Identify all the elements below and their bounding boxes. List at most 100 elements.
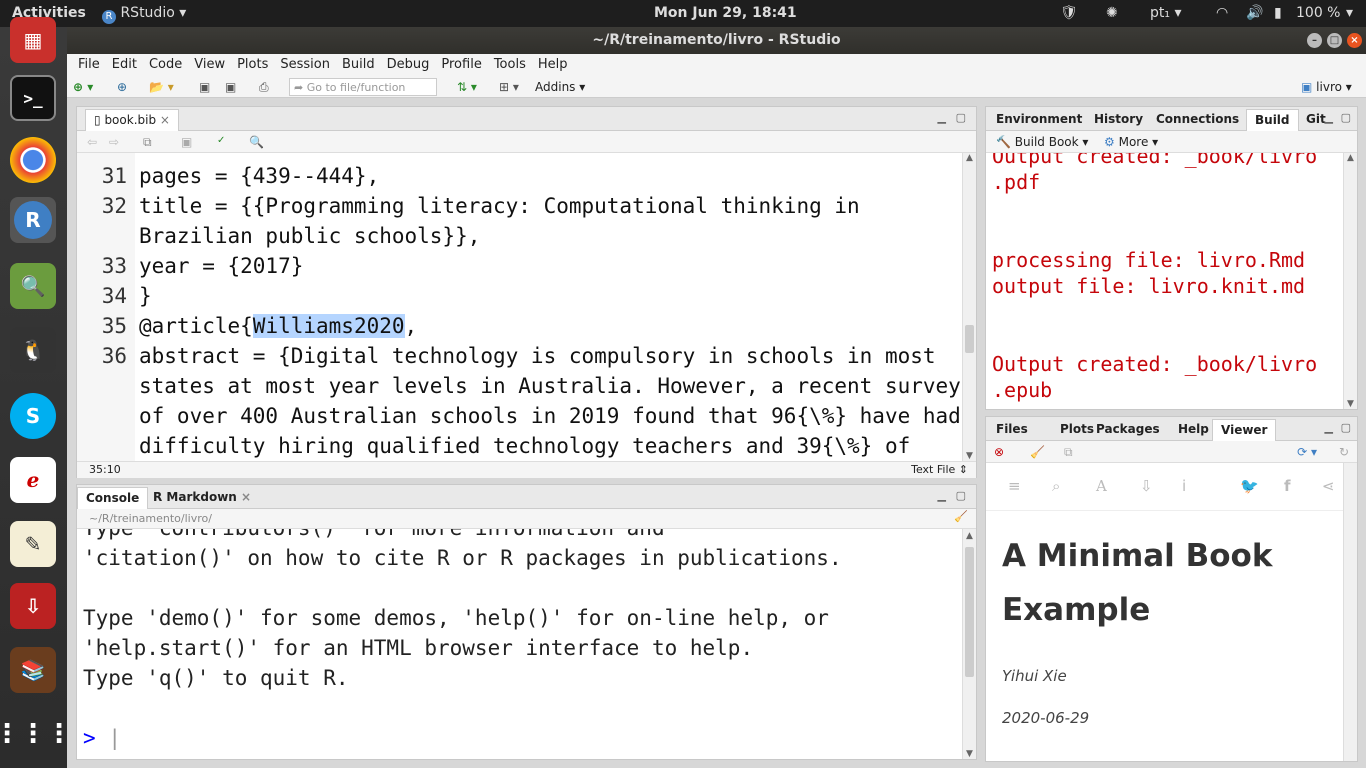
download-icon[interactable]: ⇩ (1140, 477, 1153, 495)
save-file-icon[interactable]: ▣ (181, 135, 192, 149)
scroll-down-icon[interactable]: ▼ (963, 749, 976, 759)
publish-icon[interactable]: ⟳ ▾ (1297, 445, 1317, 459)
maximize-pane-icon[interactable]: ▢ (956, 111, 966, 124)
maximize-pane-icon[interactable]: ▢ (1341, 421, 1351, 434)
menu-tools[interactable]: Tools (488, 54, 532, 72)
console-scroll-thumb[interactable] (965, 547, 974, 677)
code-area[interactable]: 1 -- - ---- -- -- - -- - ---- - --- -- -… (77, 153, 964, 461)
open-file-icon[interactable]: 📂 ▾ (149, 80, 174, 94)
battery-icon[interactable]: ▮ (1274, 5, 1282, 21)
console-scrollbar[interactable]: ▲ ▼ (962, 529, 976, 759)
calendar-app-icon[interactable]: ▦ (10, 17, 56, 63)
tab-environment[interactable]: Environment (988, 109, 1090, 131)
console-output[interactable]: Type 'contributors()' for more informati… (77, 529, 964, 759)
calibre-app-icon[interactable]: 📚 (10, 647, 56, 693)
tab-files[interactable]: Files (988, 419, 1036, 441)
print-icon[interactable]: ⎙ (259, 80, 269, 95)
facebook-icon[interactable]: f (1284, 477, 1291, 495)
menu-code[interactable]: Code (143, 54, 188, 72)
forward-icon[interactable]: ⇨ (109, 135, 119, 149)
menu-file[interactable]: File (72, 54, 106, 72)
new-project-icon[interactable]: ⊕ (117, 80, 127, 94)
share-icon[interactable]: ⋖ (1322, 477, 1335, 495)
font-settings-icon[interactable]: A (1096, 477, 1107, 495)
tab-packages[interactable]: Packages (1088, 419, 1168, 441)
console-prompt[interactable]: > | (83, 723, 121, 753)
save-icon[interactable]: ▣ (199, 80, 210, 94)
keyboard-layout[interactable]: pt₁ ▾ (1150, 5, 1181, 21)
image-viewer-app-icon[interactable]: 🔍 (10, 263, 56, 309)
more-menu[interactable]: ⚙ More ▾ (1104, 135, 1158, 149)
show-apps-icon[interactable]: ⋮⋮⋮ (0, 711, 72, 757)
tab-r-markdown[interactable]: R Markdown × (145, 487, 259, 509)
menu-session[interactable]: Session (274, 54, 336, 72)
volume-icon[interactable]: 🔊 (1246, 5, 1263, 21)
scroll-down-icon[interactable]: ▼ (963, 451, 976, 461)
project-menu[interactable]: ▣ livro ▾ (1301, 80, 1352, 94)
tab-console[interactable]: Console (77, 487, 149, 509)
clock[interactable]: Mon Jun 29, 18:41 (654, 5, 797, 21)
scroll-up-icon[interactable]: ▲ (1344, 153, 1357, 163)
clear-viewer-icon[interactable]: ⊗ (994, 445, 1004, 459)
maximize-pane-icon[interactable]: ▢ (1341, 111, 1351, 124)
menu-build[interactable]: Build (336, 54, 381, 72)
scroll-down-icon[interactable]: ▼ (1344, 399, 1357, 409)
twitter-icon[interactable]: 🐦 (1240, 477, 1259, 495)
scroll-up-icon[interactable]: ▲ (963, 153, 976, 163)
menu-help[interactable]: Help (532, 54, 574, 72)
menu-debug[interactable]: Debug (381, 54, 436, 72)
rstudio-dock-icon[interactable]: R (10, 197, 56, 243)
menu-edit[interactable]: Edit (106, 54, 143, 72)
weather-icon[interactable]: ✺ (1106, 5, 1118, 21)
version-control-icon[interactable]: ⇅ ▾ (457, 80, 477, 94)
minimize-pane-icon[interactable]: ▁ (1325, 111, 1333, 124)
system-menu-chevron-icon[interactable]: ▾ (1346, 5, 1353, 21)
show-in-window-icon[interactable]: ⧉ (143, 135, 152, 150)
menu-icon[interactable]: ≡ (1008, 477, 1021, 495)
clear-console-icon[interactable]: 🧹 (954, 510, 968, 523)
wifi-icon[interactable]: ◠ (1216, 5, 1228, 21)
installer-app-icon[interactable]: ⇩ (10, 583, 56, 629)
menu-view[interactable]: View (188, 54, 231, 72)
goto-file-input[interactable]: ➦ Go to file/function (289, 78, 437, 96)
show-in-new-window-icon[interactable]: ⧉ (1064, 445, 1073, 460)
addins-menu[interactable]: Addins ▾ (535, 80, 585, 94)
close-tab-icon[interactable]: × (241, 490, 251, 504)
back-icon[interactable]: ⇦ (87, 135, 97, 149)
shield-icon[interactable]: 🛡 (1060, 5, 1078, 21)
info-icon[interactable]: i (1182, 477, 1186, 495)
viewer-scrollbar[interactable] (1343, 463, 1357, 761)
spellcheck-icon[interactable]: ✓ (217, 135, 225, 146)
chrome-app-icon[interactable] (10, 137, 56, 183)
find-icon[interactable]: 🔍 (249, 135, 264, 149)
close-icon[interactable]: × (1347, 33, 1362, 48)
working-directory[interactable]: ~/R/treinamento/livro/ (89, 512, 212, 525)
kart-game-app-icon[interactable]: 🐧 (10, 327, 56, 373)
save-all-icon[interactable]: ▣ (225, 80, 236, 94)
menu-plots[interactable]: Plots (231, 54, 274, 72)
refresh-icon[interactable]: ↻ (1339, 445, 1349, 459)
text-editor-app-icon[interactable]: ✎ (10, 521, 56, 567)
pdf-app-icon[interactable]: ℯ (10, 457, 56, 503)
minimize-pane-icon[interactable]: ▁ (938, 111, 946, 124)
minimize-icon[interactable]: – (1307, 33, 1322, 48)
build-output[interactable]: Output created: _book/livro .pdf processin… (986, 153, 1343, 409)
search-icon[interactable]: ⌕ (1052, 477, 1060, 495)
editor-scroll-thumb[interactable] (965, 325, 974, 353)
tab-help[interactable]: Help (1170, 419, 1217, 441)
terminal-app-icon[interactable]: >_ (10, 75, 56, 121)
menu-profile[interactable]: Profile (435, 54, 487, 72)
build-book-button[interactable]: 🔨 Build Book ▾ (996, 135, 1088, 149)
minimize-pane-icon[interactable]: ▁ (938, 489, 946, 502)
pane-layout-icon[interactable]: ⊞ ▾ (499, 80, 519, 94)
editor-scrollbar[interactable]: ▲ ▼ (962, 153, 976, 461)
minimize-pane-icon[interactable]: ▁ (1325, 421, 1333, 434)
tab-history[interactable]: History (1086, 109, 1151, 131)
broom-icon[interactable]: 🧹 (1030, 445, 1045, 459)
tab-connections[interactable]: Connections (1148, 109, 1247, 131)
tab-book-bib[interactable]: ▯ book.bib × (85, 109, 179, 131)
skype-app-icon[interactable]: S (10, 393, 56, 439)
close-tab-icon[interactable]: × (160, 113, 170, 127)
maximize-icon[interactable]: □ (1327, 33, 1342, 48)
maximize-pane-icon[interactable]: ▢ (956, 489, 966, 502)
